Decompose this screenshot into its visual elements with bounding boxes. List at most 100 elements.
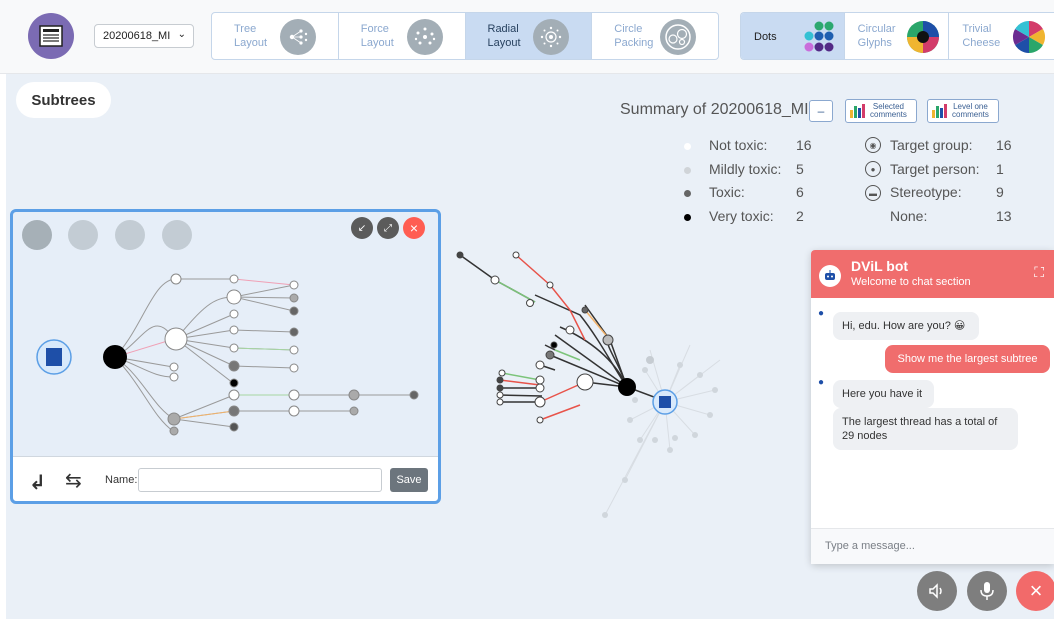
expand-icon[interactable]: ⤢	[377, 217, 399, 239]
bot-avatar-icon	[819, 265, 841, 287]
subtrees-button[interactable]: Subtrees	[16, 82, 111, 118]
tab-dots[interactable]: Dots	[741, 13, 845, 59]
microphone-button[interactable]	[967, 571, 1007, 611]
stat-label: None:	[890, 208, 928, 224]
chat-message-bot: Here you have it	[833, 380, 934, 408]
chat-header: DViL bot Welcome to chat section ⛶	[811, 250, 1054, 298]
stat-label: Very toxic:	[709, 208, 774, 224]
stat-count: 9	[996, 184, 1004, 200]
button-label: comments	[870, 110, 907, 119]
radial-layout-icon	[533, 19, 570, 55]
name-label: Name:	[105, 474, 138, 486]
chat-message-user: Show me the largest subtree	[885, 345, 1050, 373]
news-logo[interactable]	[28, 13, 74, 59]
circle-packing-icon[interactable]	[162, 220, 192, 250]
not-toxic-dot	[684, 143, 691, 150]
target-person-icon: ●	[865, 161, 881, 177]
speaker-button[interactable]	[917, 571, 957, 611]
fullscreen-icon[interactable]: ⛶	[1034, 264, 1044, 281]
stat-label: Target group:	[890, 137, 973, 153]
tree-layout-icon[interactable]	[22, 220, 52, 250]
stat-label: Mildly toxic:	[709, 161, 782, 177]
chat-title: DViL bot	[851, 258, 909, 274]
top-toolbar: 20200618_MI ⌄ Tree Layout Force Layout Rad…	[0, 0, 1054, 74]
stat-count: 13	[996, 208, 1012, 224]
tab-label: Tree	[234, 23, 257, 35]
minimize-icon[interactable]: ↙	[351, 217, 373, 239]
stat-label: Stereotype:	[890, 184, 962, 200]
toxic-dot	[684, 190, 691, 197]
bar-chart-icon	[932, 104, 947, 118]
tab-radial-layout[interactable]: Radial Layout	[465, 13, 593, 59]
tab-label: Layout	[487, 37, 521, 49]
very-toxic-dot	[684, 214, 691, 221]
stat-label: Not toxic:	[709, 137, 768, 153]
newspaper-icon	[39, 25, 63, 47]
chat-window: DViL bot Welcome to chat section ⛶ ● Hi,…	[811, 250, 1054, 564]
stat-label: Toxic:	[709, 184, 745, 200]
dataset-select[interactable]: 20200618_MI ⌄	[94, 24, 194, 48]
root-comment-node[interactable]	[618, 378, 636, 396]
close-chat-button[interactable]: ×	[1016, 571, 1054, 611]
stat-count: 1	[996, 161, 1004, 177]
newspaper-icon	[659, 396, 671, 408]
layout-switcher: Tree Layout Force Layout Radial Layout Circ…	[211, 12, 719, 60]
tab-trivial-cheese[interactable]: Trivial Cheese	[949, 13, 1054, 59]
subtree-panel: ↙ ⤢ × ↲ ⇆ Name: Save	[10, 209, 441, 504]
button-label: comments	[952, 110, 989, 119]
radial-layout-icon[interactable]	[115, 220, 145, 250]
tab-label: Glyphs	[857, 37, 892, 49]
bot-avatar-icon: ●	[818, 377, 825, 388]
speaker-icon	[929, 583, 942, 599]
summary-title: Summary of 20200618_MI	[620, 101, 809, 118]
root-comment-node[interactable]	[103, 345, 127, 369]
trivial-cheese-icon	[1012, 20, 1046, 54]
tab-label: Dots	[754, 31, 777, 43]
level-one-comments-button[interactable]: Level one comments	[927, 99, 999, 123]
mildly-toxic-dot	[684, 167, 691, 174]
tab-label: Packing	[614, 37, 654, 49]
tab-label: Circular	[857, 23, 896, 35]
tab-tree-layout[interactable]: Tree Layout	[212, 13, 339, 59]
bar-chart-icon	[850, 104, 865, 118]
dataset-select-value: 20200618_MI	[103, 30, 171, 42]
radial-graph[interactable]	[440, 240, 820, 530]
export-icon[interactable]: ↲	[29, 470, 46, 495]
tab-circle-packing[interactable]: Circle Packing	[592, 13, 718, 59]
microphone-icon	[980, 582, 994, 600]
glyph-switcher: Dots Circular Glyphs Trivial Cheese	[740, 12, 1054, 60]
stat-count: 6	[796, 184, 804, 200]
bot-avatar-icon: ●	[818, 308, 825, 319]
stat-count: 16	[796, 137, 812, 153]
tab-label: Layout	[360, 37, 394, 49]
tab-label: Circle	[614, 23, 643, 35]
tab-label: Layout	[234, 37, 268, 49]
circular-glyph-icon	[906, 20, 940, 54]
stat-label: Target person:	[890, 161, 980, 177]
save-button[interactable]: Save	[390, 468, 428, 492]
subtree-graph[interactable]	[33, 267, 433, 447]
tab-circular-glyphs[interactable]: Circular Glyphs	[845, 13, 950, 59]
tab-label: Radial	[487, 23, 519, 35]
chat-message-input[interactable]: Type a message...	[811, 528, 1054, 564]
close-icon: ×	[1029, 578, 1043, 603]
tree-layout-icon	[279, 19, 316, 55]
chat-subtitle: Welcome to chat section	[851, 276, 971, 288]
stat-count: 2	[796, 208, 804, 224]
dots-icon	[802, 20, 836, 54]
chevron-down-icon: ⌄	[177, 29, 186, 40]
tab-force-layout[interactable]: Force Layout	[339, 13, 466, 59]
collapse-summary-button[interactable]: –	[809, 100, 833, 122]
tab-label: Force	[360, 23, 389, 35]
force-layout-icon[interactable]	[68, 220, 98, 250]
tab-label: Cheese	[962, 37, 1001, 49]
newspaper-icon	[46, 348, 62, 366]
circle-packing-icon	[660, 19, 696, 55]
stat-count: 5	[796, 161, 804, 177]
swap-icon[interactable]: ⇆	[65, 468, 82, 493]
close-icon[interactable]: ×	[403, 217, 425, 239]
selected-comments-button[interactable]: Selected comments	[845, 99, 917, 123]
subtree-name-input[interactable]	[138, 468, 382, 492]
target-group-icon: ◉	[865, 137, 881, 153]
subtree-panel-footer: ↲ ⇆ Name: Save	[13, 456, 438, 501]
